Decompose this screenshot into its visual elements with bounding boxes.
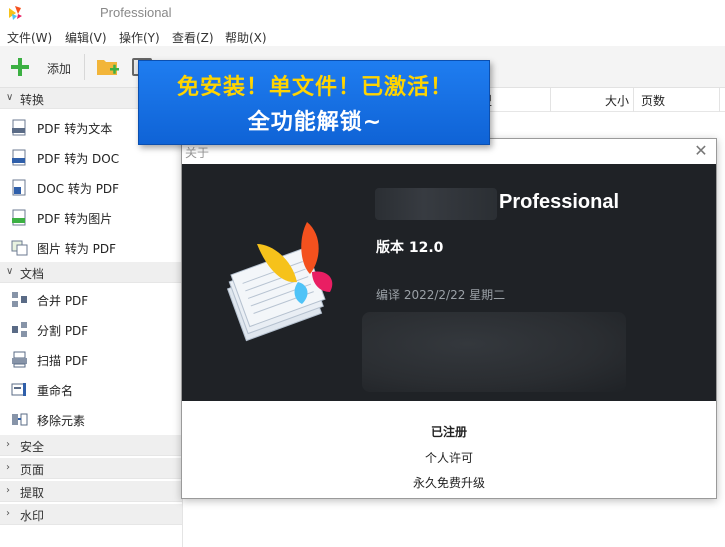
- image-to-pdf-icon: [11, 240, 28, 256]
- menu-view[interactable]: 查看(Z): [172, 29, 214, 46]
- column-size[interactable]: 大小: [605, 92, 629, 109]
- column-divider[interactable]: [633, 88, 634, 112]
- license-type: 个人许可: [424, 451, 473, 465]
- sidebar-item-label: 合并 PDF: [37, 294, 89, 308]
- menu-action[interactable]: 操作(Y): [119, 29, 160, 46]
- sidebar-item-label: 重命名: [37, 384, 74, 398]
- group-label: 提取: [20, 486, 45, 500]
- sidebar-item-label: PDF 转为图片: [37, 212, 113, 226]
- column-divider[interactable]: [550, 88, 551, 112]
- close-icon[interactable]: ✕: [692, 142, 710, 160]
- sidebar-item-scan-pdf[interactable]: 扫描 PDF: [0, 345, 182, 373]
- doc-file-icon: [12, 149, 26, 166]
- group-label: 文档: [20, 267, 45, 281]
- blurred-brand-name: [375, 188, 497, 220]
- toolbar-divider: [84, 54, 85, 80]
- registration-status: 已注册: [430, 425, 467, 439]
- product-name: Professional: [499, 191, 620, 213]
- sidebar-item-pdf-to-doc[interactable]: PDF 转为 DOC: [0, 143, 182, 171]
- add-icon[interactable]: [9, 56, 31, 78]
- jpg-file-icon: [12, 209, 26, 226]
- dialog-title: 关于: [185, 146, 210, 160]
- chevron-right-icon: ›: [6, 508, 10, 519]
- scanner-icon: [12, 351, 27, 368]
- sidebar-item-split-pdf[interactable]: 分割 PDF: [0, 315, 182, 343]
- group-pages[interactable]: › 页面: [0, 458, 182, 479]
- about-license-panel: 已注册 个人许可 永久免费升级: [182, 401, 716, 498]
- banner-line-1: 免安装！单文件！已激活！: [176, 75, 453, 100]
- sidebar-item-remove-elements[interactable]: 移除元素: [0, 405, 182, 433]
- chevron-right-icon: ›: [6, 485, 10, 496]
- group-security[interactable]: › 安全: [0, 435, 182, 456]
- sidebar-item-label: PDF 转为 DOC: [37, 152, 120, 166]
- sidebar-item-label: 分割 PDF: [37, 324, 89, 338]
- merge-icon: [12, 292, 27, 307]
- sidebar-item-label: 扫描 PDF: [37, 354, 89, 368]
- add-folder-icon[interactable]: [96, 56, 120, 78]
- sidebar-item-label: PDF 转为文本: [37, 122, 113, 136]
- sidebar-item-image-to-pdf[interactable]: 图片 转为 PDF: [0, 233, 182, 261]
- sidebar-item-rename[interactable]: 重命名: [0, 375, 182, 403]
- promo-banner: 免安装！单文件！已激活！ 全功能解锁~: [138, 60, 490, 145]
- chevron-down-icon: ∨: [6, 92, 14, 103]
- remove-elements-icon: [12, 413, 28, 426]
- sidebar-item-doc-to-pdf[interactable]: DOC 转为 PDF: [0, 173, 182, 201]
- group-label: 转换: [20, 93, 45, 107]
- version-label: 版本 12.0: [376, 240, 444, 256]
- chevron-right-icon: ›: [6, 462, 10, 473]
- sidebar-item-label: DOC 转为 PDF: [37, 182, 120, 196]
- chevron-down-icon: ∨: [6, 266, 14, 277]
- about-hero: Professional 版本 12.0 编译 2022/2/22 星期二: [182, 164, 716, 401]
- column-pages[interactable]: 页数: [641, 92, 665, 109]
- group-label: 水印: [20, 509, 45, 523]
- txt-file-icon: [12, 119, 26, 136]
- group-extract[interactable]: › 提取: [0, 481, 182, 502]
- title-bar: Professional: [0, 0, 725, 26]
- menu-edit[interactable]: 编辑(V): [65, 29, 107, 46]
- chevron-right-icon: ›: [6, 439, 10, 450]
- menu-bar: 文件(W) 编辑(V) 操作(Y) 查看(Z) 帮助(X): [0, 26, 725, 46]
- sidebar-item-label: 图片 转为 PDF: [37, 242, 117, 256]
- group-label: 页面: [20, 463, 45, 477]
- split-icon: [12, 322, 27, 337]
- banner-line-2: 全功能解锁~: [247, 110, 383, 135]
- menu-file[interactable]: 文件(W): [7, 29, 52, 46]
- add-button[interactable]: 添加: [47, 60, 71, 77]
- rename-icon: [11, 383, 26, 396]
- group-document[interactable]: ∨ 文档: [0, 262, 182, 283]
- product-logo-icon: [226, 222, 333, 342]
- sidebar: ∨ 转换 PDF 转为文本 PDF 转为 DOC DOC 转为 PDF PDF …: [0, 88, 183, 547]
- about-dialog: 关于 ✕ Professional 版本 12.0 编译 2022/2/22 星…: [181, 138, 717, 499]
- sidebar-item-label: 移除元素: [37, 414, 86, 428]
- column-divider[interactable]: [719, 88, 720, 112]
- sidebar-item-pdf-to-image[interactable]: PDF 转为图片: [0, 203, 182, 231]
- upgrade-info: 永久免费升级: [412, 476, 485, 490]
- window-title: Professional: [100, 5, 172, 20]
- word-file-icon: [12, 179, 26, 196]
- group-watermark[interactable]: › 水印: [0, 504, 182, 525]
- app-logo-icon: [9, 6, 22, 20]
- build-date: 编译 2022/2/22 星期二: [376, 288, 506, 302]
- blurred-info: [362, 312, 626, 392]
- menu-help[interactable]: 帮助(X): [225, 29, 267, 46]
- group-label: 安全: [20, 440, 45, 454]
- sidebar-item-merge-pdf[interactable]: 合并 PDF: [0, 285, 182, 313]
